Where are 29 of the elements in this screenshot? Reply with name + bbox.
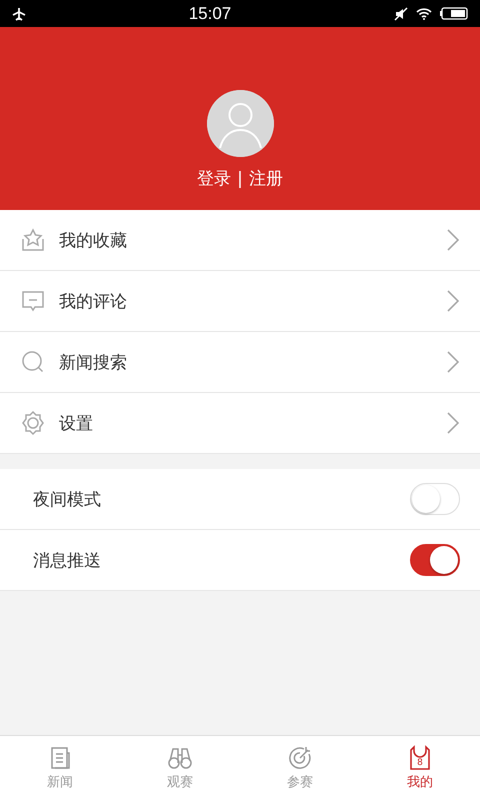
target-icon	[287, 745, 313, 771]
tab-button[interactable]: 新闻	[0, 736, 120, 800]
setting-label: 夜间模式	[33, 488, 102, 510]
menu-label: 设置	[59, 412, 94, 434]
jersey-icon: 8	[407, 745, 433, 771]
search-icon	[20, 349, 46, 375]
separator: |	[237, 168, 243, 188]
toggle-switch[interactable]	[410, 544, 460, 576]
menu-label: 我的评论	[59, 290, 128, 312]
tab-button[interactable]: 参赛	[240, 736, 360, 800]
chevron-right-icon	[446, 289, 460, 313]
wifi-icon	[416, 7, 432, 20]
setting-label: 消息推送	[33, 550, 102, 572]
gear-icon	[20, 410, 46, 436]
chevron-right-icon	[446, 411, 460, 435]
menu-label: 我的收藏	[59, 230, 128, 252]
chevron-right-icon	[446, 228, 460, 252]
register-link[interactable]: 注册	[248, 167, 283, 190]
login-link[interactable]: 登录	[197, 167, 232, 190]
clock: 15:07	[188, 4, 232, 24]
menu-label: 新闻搜索	[59, 352, 128, 374]
star-icon	[20, 227, 46, 253]
battery-icon	[440, 7, 468, 20]
tab-button[interactable]: 8 我的	[360, 736, 480, 800]
avatar-icon[interactable]	[206, 90, 274, 157]
mute-icon	[394, 6, 408, 20]
tab-button[interactable]: 观赛	[120, 736, 240, 800]
airplane-icon	[12, 6, 26, 20]
chevron-right-icon	[446, 350, 460, 374]
